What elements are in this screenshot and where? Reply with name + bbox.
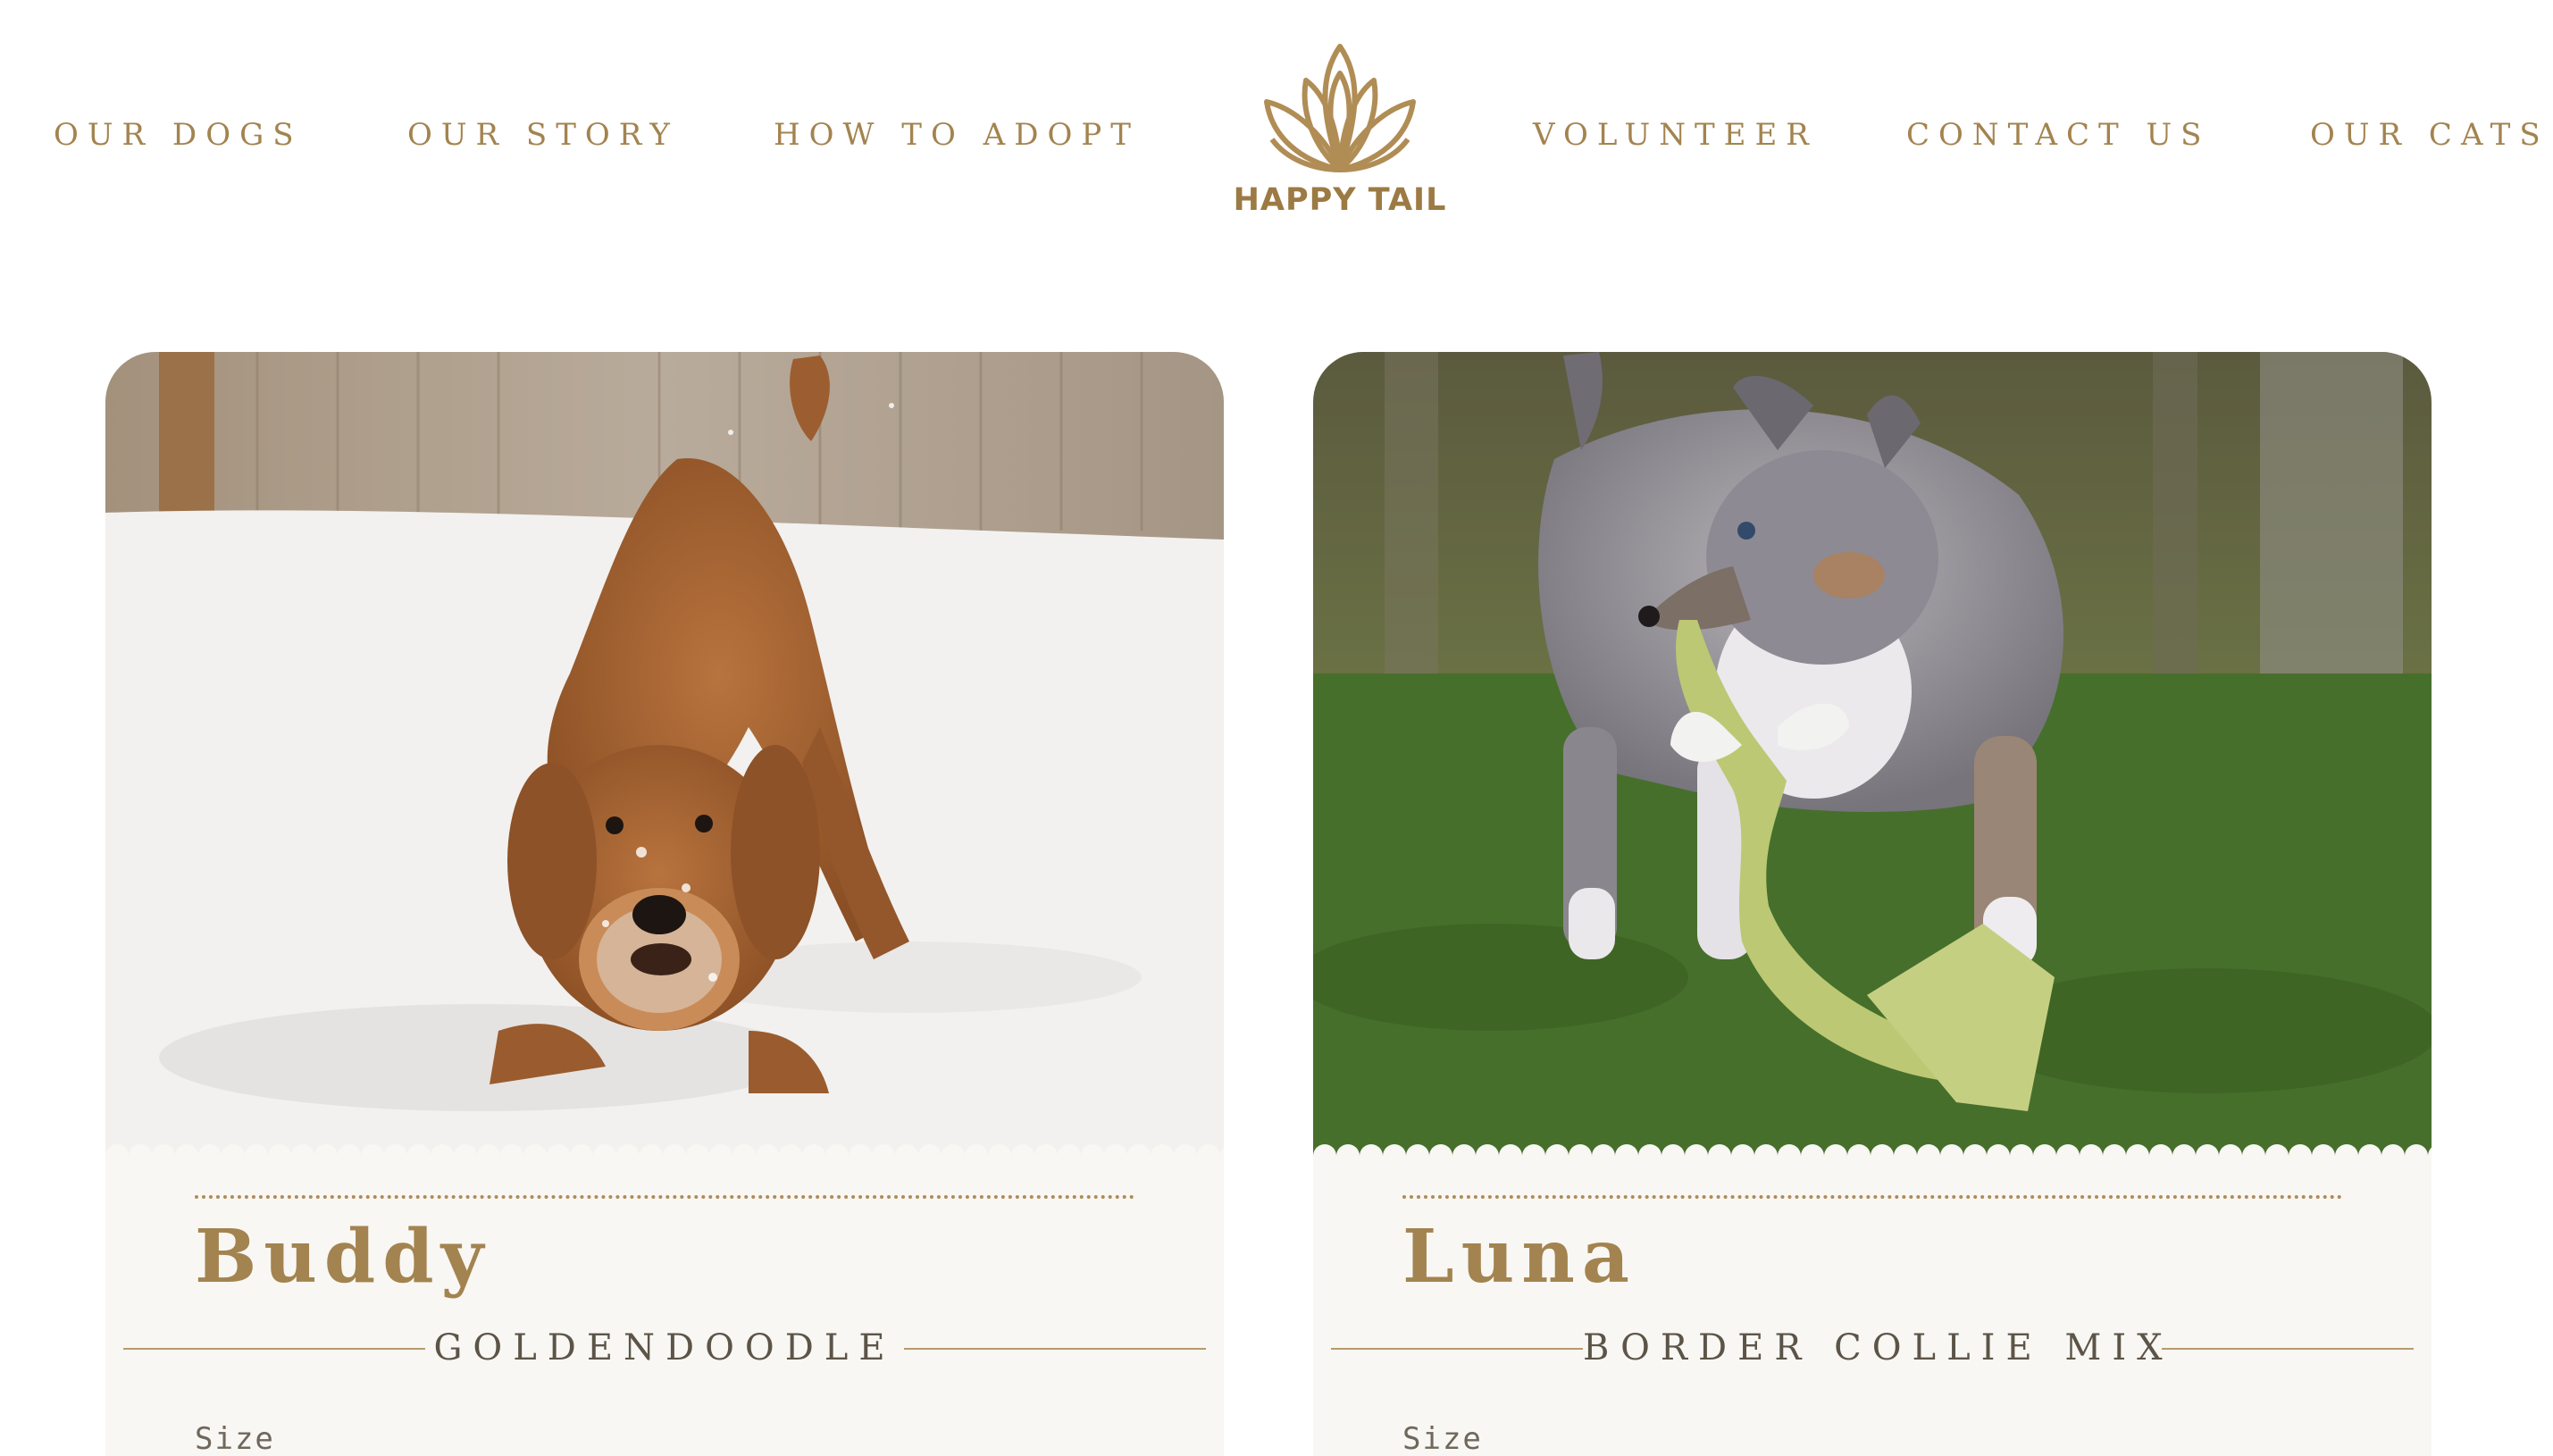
logo-wordmark: HAPPY TAIL [1233,182,1447,218]
pet-breed: BORDER COLLIE MIX [1583,1327,2173,1368]
goldendoodle-in-snow-photo[interactable] [105,352,1224,1156]
nav-link-our-story[interactable]: OUR STORY [407,114,679,155]
size-label: Size [1402,1421,1483,1456]
breed-divider-right [2162,1348,2414,1350]
breed-divider-right [904,1348,1206,1350]
puppy-with-rope-toy-on-grass-photo[interactable] [1313,352,2432,1156]
pet-name: Luna [1402,1214,1637,1300]
nav-link-contact-us[interactable]: CONTACT US [1906,114,2210,155]
lotus-icon [1264,44,1416,172]
breed-divider-left [123,1348,425,1350]
breed-divider-left [1331,1348,1583,1350]
dog-card-buddy[interactable]: Buddy GOLDENDOODLE Size [105,352,1224,1456]
pet-name: Buddy [195,1214,491,1300]
pet-breed: GOLDENDOODLE [433,1327,896,1368]
nav-link-our-dogs[interactable]: OUR DOGS [54,114,303,155]
nav-link-our-cats[interactable]: OUR CATS [2310,114,2549,155]
size-label: Size [195,1421,275,1456]
happy-tail-logo[interactable]: HAPPY TAIL [1233,39,1447,227]
breed-row: BORDER COLLIE MIX [1331,1318,2414,1377]
breed-row: GOLDENDOODLE [123,1318,1206,1377]
nav-link-how-to-adopt[interactable]: HOW TO ADOPT [774,114,1140,155]
nav-link-volunteer[interactable]: VOLUNTEER [1533,114,1818,155]
site-header: OUR DOGS OUR STORY HOW TO ADOPT HAPPY TA… [0,0,2553,268]
dog-card-luna[interactable]: Luna BORDER COLLIE MIX Size [1313,352,2432,1456]
